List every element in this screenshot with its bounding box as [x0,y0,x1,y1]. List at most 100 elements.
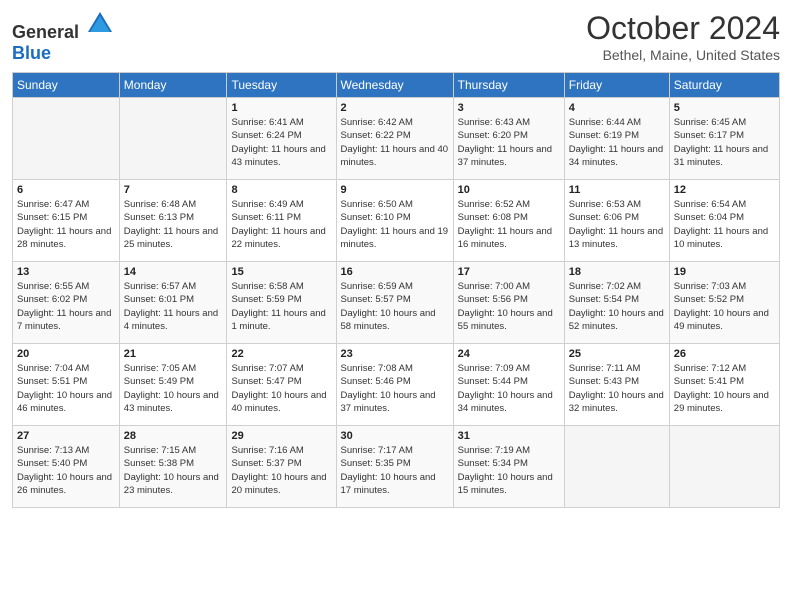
calendar-cell: 12Sunrise: 6:54 AMSunset: 6:04 PMDayligh… [669,180,779,262]
weekday-header-wednesday: Wednesday [336,73,453,98]
calendar-cell: 27 Sunrise: 7:13 AMSunset: 5:40 PMDayligh… [13,426,120,508]
day-content: Sunrise: 7:16 AMSunset: 5:37 PMDaylight:… [231,444,331,497]
day-number: 27 [17,430,115,442]
day-number: 15 [231,266,331,278]
day-number: 17 [458,266,560,278]
day-content: Sunrise: 7:08 AMSunset: 5:46 PMDaylight:… [341,362,449,415]
calendar-cell: 15 Sunrise: 6:58 AMSunset: 5:59 PMDayligh… [227,262,336,344]
calendar-cell: 11 Sunrise: 6:53 AMSunset: 6:06 PMDayligh… [564,180,669,262]
calendar-cell [13,98,120,180]
day-content: Sunrise: 7:19 AMSunset: 5:34 PMDaylight:… [458,444,560,497]
day-content: Sunrise: 7:15 AMSunset: 5:38 PMDaylight:… [124,444,223,497]
week-row-2: 6 Sunrise: 6:47 AMSunset: 6:15 PMDaylight… [13,180,780,262]
day-number: 10 [458,184,560,196]
calendar-cell: 6 Sunrise: 6:47 AMSunset: 6:15 PMDaylight… [13,180,120,262]
location-title: Bethel, Maine, United States [586,47,780,63]
page-container: General Blue October 2024 Bethel, Maine,… [0,0,792,516]
calendar-cell: 3 Sunrise: 6:43 AMSunset: 6:20 PMDaylight… [453,98,564,180]
week-row-4: 20 Sunrise: 7:04 AMSunset: 5:51 PMDayligh… [13,344,780,426]
weekday-header-monday: Monday [119,73,227,98]
day-number: 5 [674,102,775,114]
calendar-cell: 10Sunrise: 6:52 AMSunset: 6:08 PMDayligh… [453,180,564,262]
day-number: 24 [458,348,560,360]
calendar-cell: 4 Sunrise: 6:44 AMSunset: 6:19 PMDaylight… [564,98,669,180]
calendar-cell: 2Sunrise: 6:42 AMSunset: 6:22 PMDaylight… [336,98,453,180]
calendar-cell: 21Sunrise: 7:05 AMSunset: 5:49 PMDayligh… [119,344,227,426]
day-number: 28 [124,430,223,442]
day-number: 31 [458,430,560,442]
calendar-cell: 18 Sunrise: 7:02 AMSunset: 5:54 PMDayligh… [564,262,669,344]
day-content: Sunrise: 6:47 AMSunset: 6:15 PMDaylight:… [17,198,115,251]
day-number: 25 [569,348,665,360]
day-content: Sunrise: 6:59 AMSunset: 5:57 PMDaylight:… [341,280,449,333]
logo: General Blue [12,10,114,64]
day-content: Sunrise: 6:41 AMSunset: 6:24 PMDaylight:… [231,116,331,169]
calendar-cell: 19Sunrise: 7:03 AMSunset: 5:52 PMDayligh… [669,262,779,344]
calendar-cell [669,426,779,508]
calendar-cell: 14Sunrise: 6:57 AMSunset: 6:01 PMDayligh… [119,262,227,344]
calendar-cell: 1 Sunrise: 6:41 AMSunset: 6:24 PMDaylight… [227,98,336,180]
day-number: 22 [231,348,331,360]
weekday-header-thursday: Thursday [453,73,564,98]
calendar-table: SundayMondayTuesdayWednesdayThursdayFrid… [12,72,780,508]
day-content: Sunrise: 6:45 AMSunset: 6:17 PMDaylight:… [674,116,775,169]
day-number: 20 [17,348,115,360]
calendar-cell: 8Sunrise: 6:49 AMSunset: 6:11 PMDaylight… [227,180,336,262]
day-content: Sunrise: 7:17 AMSunset: 5:35 PMDaylight:… [341,444,449,497]
calendar-cell: 5 Sunrise: 6:45 AMSunset: 6:17 PMDaylight… [669,98,779,180]
day-number: 7 [124,184,223,196]
day-content: Sunrise: 7:07 AMSunset: 5:47 PMDaylight:… [231,362,331,415]
day-number: 16 [341,266,449,278]
calendar-cell: 29 Sunrise: 7:16 AMSunset: 5:37 PMDayligh… [227,426,336,508]
week-row-5: 27 Sunrise: 7:13 AMSunset: 5:40 PMDayligh… [13,426,780,508]
calendar-cell: 16 Sunrise: 6:59 AMSunset: 5:57 PMDayligh… [336,262,453,344]
day-number: 21 [124,348,223,360]
day-number: 6 [17,184,115,196]
calendar-cell [119,98,227,180]
calendar-cell: 13Sunrise: 6:55 AMSunset: 6:02 PMDayligh… [13,262,120,344]
calendar-cell: 23 Sunrise: 7:08 AMSunset: 5:46 PMDayligh… [336,344,453,426]
calendar-cell: 17 Sunrise: 7:00 AMSunset: 5:56 PMDayligh… [453,262,564,344]
day-content: Sunrise: 7:02 AMSunset: 5:54 PMDaylight:… [569,280,665,333]
day-content: Sunrise: 7:09 AMSunset: 5:44 PMDaylight:… [458,362,560,415]
day-number: 9 [341,184,449,196]
day-content: Sunrise: 6:54 AMSunset: 6:04 PMDaylight:… [674,198,775,251]
calendar-cell: 22 Sunrise: 7:07 AMSunset: 5:47 PMDayligh… [227,344,336,426]
day-number: 30 [341,430,449,442]
day-content: Sunrise: 6:58 AMSunset: 5:59 PMDaylight:… [231,280,331,333]
week-row-3: 13Sunrise: 6:55 AMSunset: 6:02 PMDayligh… [13,262,780,344]
month-title: October 2024 [586,10,780,47]
calendar-cell: 25 Sunrise: 7:11 AMSunset: 5:43 PMDayligh… [564,344,669,426]
calendar-cell: 26Sunrise: 7:12 AMSunset: 5:41 PMDayligh… [669,344,779,426]
page-header: General Blue October 2024 Bethel, Maine,… [12,10,780,64]
calendar-cell: 9Sunrise: 6:50 AMSunset: 6:10 PMDaylight… [336,180,453,262]
weekday-header-sunday: Sunday [13,73,120,98]
day-content: Sunrise: 7:03 AMSunset: 5:52 PMDaylight:… [674,280,775,333]
calendar-cell: 31 Sunrise: 7:19 AMSunset: 5:34 PMDayligh… [453,426,564,508]
logo-general: General [12,22,79,42]
day-content: Sunrise: 6:43 AMSunset: 6:20 PMDaylight:… [458,116,560,169]
week-row-1: 1 Sunrise: 6:41 AMSunset: 6:24 PMDaylight… [13,98,780,180]
day-content: Sunrise: 7:13 AMSunset: 5:40 PMDaylight:… [17,444,115,497]
day-content: Sunrise: 6:53 AMSunset: 6:06 PMDaylight:… [569,198,665,251]
day-content: Sunrise: 7:11 AMSunset: 5:43 PMDaylight:… [569,362,665,415]
title-block: October 2024 Bethel, Maine, United State… [586,10,780,63]
weekday-header-tuesday: Tuesday [227,73,336,98]
day-content: Sunrise: 6:44 AMSunset: 6:19 PMDaylight:… [569,116,665,169]
calendar-cell: 7Sunrise: 6:48 AMSunset: 6:13 PMDaylight… [119,180,227,262]
day-number: 23 [341,348,449,360]
day-content: Sunrise: 6:49 AMSunset: 6:11 PMDaylight:… [231,198,331,251]
day-number: 2 [341,102,449,114]
calendar-cell: 28 Sunrise: 7:15 AMSunset: 5:38 PMDayligh… [119,426,227,508]
day-content: Sunrise: 7:04 AMSunset: 5:51 PMDaylight:… [17,362,115,415]
day-number: 4 [569,102,665,114]
calendar-cell: 30 Sunrise: 7:17 AMSunset: 5:35 PMDayligh… [336,426,453,508]
day-number: 1 [231,102,331,114]
day-number: 3 [458,102,560,114]
logo-blue: Blue [12,43,51,63]
day-number: 29 [231,430,331,442]
day-number: 18 [569,266,665,278]
day-content: Sunrise: 7:00 AMSunset: 5:56 PMDaylight:… [458,280,560,333]
day-number: 26 [674,348,775,360]
day-number: 11 [569,184,665,196]
